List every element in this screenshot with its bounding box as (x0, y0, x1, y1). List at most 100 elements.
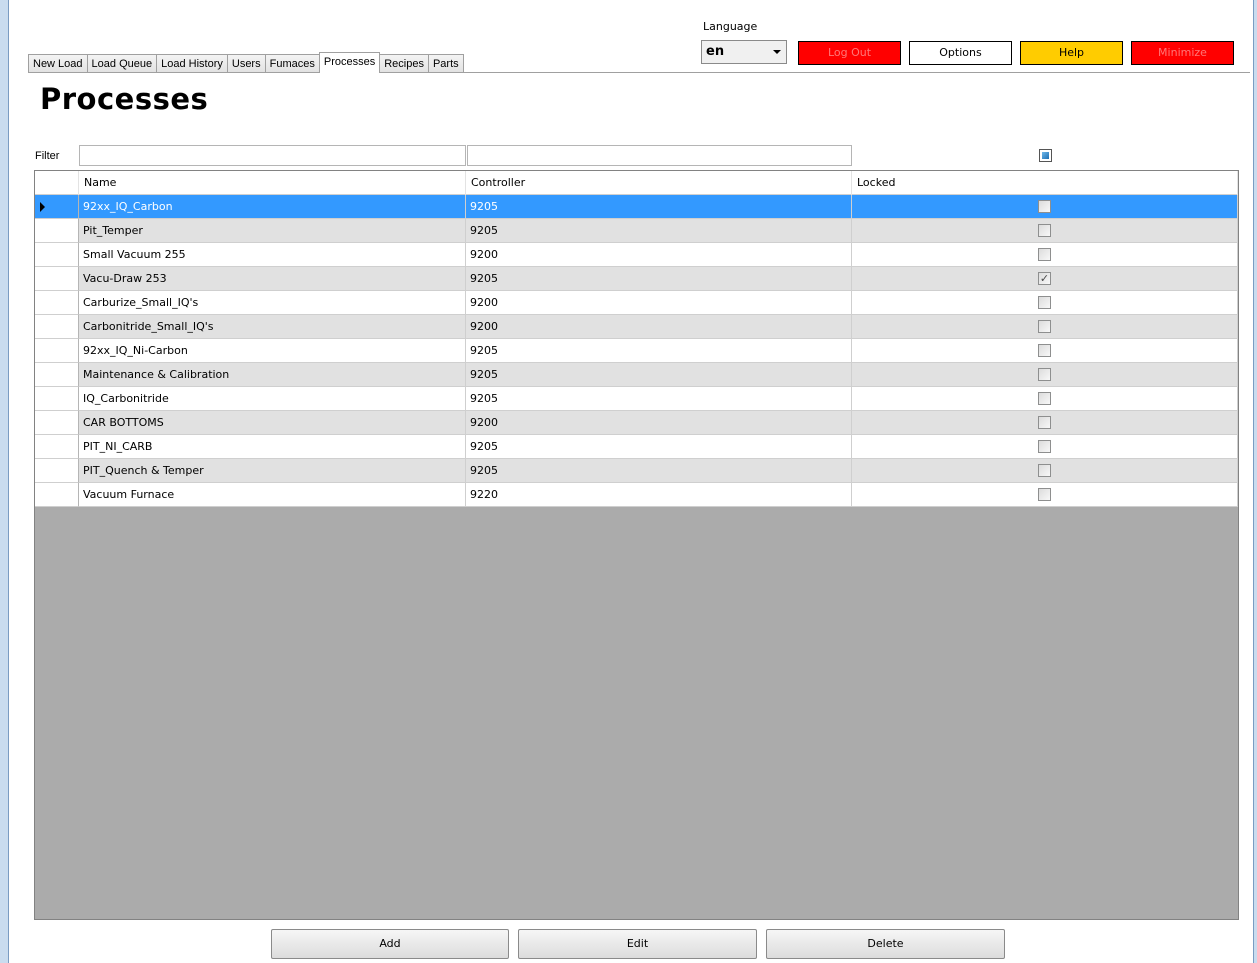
locked-checkbox[interactable] (1038, 416, 1051, 429)
language-select[interactable]: en (701, 40, 787, 64)
row-selector[interactable] (35, 363, 79, 387)
table-row[interactable]: Pit_Temper 9205 (35, 219, 1238, 243)
cell-controller[interactable]: 9205 (466, 435, 852, 459)
cell-name[interactable]: Small Vacuum 255 (79, 243, 466, 267)
page-title: Processes (40, 82, 209, 116)
cell-controller[interactable]: 9200 (466, 291, 852, 315)
locked-checkbox[interactable] (1038, 320, 1051, 333)
filter-name-input[interactable] (79, 145, 466, 166)
minimize-button[interactable]: Minimize (1131, 41, 1234, 65)
add-button[interactable]: Add (271, 929, 509, 959)
cell-controller[interactable]: 9205 (466, 195, 852, 219)
table-row[interactable]: Carburize_Small_IQ's 9200 (35, 291, 1238, 315)
filter-locked-checkbox[interactable] (1039, 149, 1052, 162)
window-frame-right (1253, 0, 1257, 963)
row-selector[interactable] (35, 195, 79, 219)
cell-name[interactable]: Vacu-Draw 253 (79, 267, 466, 291)
locked-checkbox[interactable]: ✓ (1038, 272, 1051, 285)
table-row[interactable]: IQ_Carbonitride 9205 (35, 387, 1238, 411)
locked-checkbox[interactable] (1038, 368, 1051, 381)
table-row[interactable]: Vacuum Furnace 9220 (35, 483, 1238, 507)
cell-locked (852, 483, 1238, 507)
row-selector[interactable] (35, 483, 79, 507)
cell-name[interactable]: 92xx_IQ_Carbon (79, 195, 466, 219)
cell-controller[interactable]: 9200 (466, 411, 852, 435)
cell-controller[interactable]: 9205 (466, 219, 852, 243)
delete-button[interactable]: Delete (766, 929, 1005, 959)
tab-processes[interactable]: Processes (318, 52, 381, 73)
cell-name[interactable]: IQ_Carbonitride (79, 387, 466, 411)
table-row[interactable]: Small Vacuum 255 9200 (35, 243, 1238, 267)
table-row[interactable]: PIT_Quench & Temper 9205 (35, 459, 1238, 483)
tab-fumaces[interactable]: Fumaces (264, 54, 320, 73)
tab-load-queue[interactable]: Load Queue (86, 54, 158, 73)
locked-checkbox[interactable] (1038, 248, 1051, 261)
cell-locked: ✓ (852, 267, 1238, 291)
cell-controller[interactable]: 9220 (466, 483, 852, 507)
filter-controller-input[interactable] (467, 145, 852, 166)
table-row[interactable]: 92xx_IQ_Ni-Carbon 9205 (35, 339, 1238, 363)
column-header-name[interactable]: Name (79, 171, 466, 195)
cell-name[interactable]: 92xx_IQ_Ni-Carbon (79, 339, 466, 363)
cell-controller[interactable]: 9205 (466, 459, 852, 483)
cell-name[interactable]: PIT_Quench & Temper (79, 459, 466, 483)
processes-grid[interactable]: Name Controller Locked 92xx_IQ_Carbon 920… (34, 170, 1239, 920)
cell-controller[interactable]: 9200 (466, 315, 852, 339)
cell-name[interactable]: PIT_NI_CARB (79, 435, 466, 459)
cell-name[interactable]: CAR BOTTOMS (79, 411, 466, 435)
tab-recipes[interactable]: Recipes (379, 54, 429, 73)
cell-controller[interactable]: 9205 (466, 363, 852, 387)
row-selector[interactable] (35, 435, 79, 459)
tab-new-load[interactable]: New Load (28, 54, 88, 73)
locked-checkbox[interactable] (1038, 488, 1051, 501)
row-selector[interactable] (35, 291, 79, 315)
cell-controller[interactable]: 9205 (466, 339, 852, 363)
table-row[interactable]: Maintenance & Calibration 9205 (35, 363, 1238, 387)
cell-controller[interactable]: 9205 (466, 387, 852, 411)
table-row[interactable]: 92xx_IQ_Carbon 9205 (35, 195, 1238, 219)
table-row[interactable]: CAR BOTTOMS 9200 (35, 411, 1238, 435)
edit-button[interactable]: Edit (518, 929, 757, 959)
cell-locked (852, 435, 1238, 459)
cell-name[interactable]: Pit_Temper (79, 219, 466, 243)
locked-checkbox[interactable] (1038, 392, 1051, 405)
cell-name[interactable]: Carburize_Small_IQ's (79, 291, 466, 315)
row-selector[interactable] (35, 411, 79, 435)
row-selector[interactable] (35, 459, 79, 483)
row-header-corner (35, 171, 79, 195)
locked-checkbox[interactable] (1038, 200, 1051, 213)
locked-checkbox[interactable] (1038, 440, 1051, 453)
locked-checkbox[interactable] (1038, 344, 1051, 357)
cell-locked (852, 339, 1238, 363)
cell-locked (852, 195, 1238, 219)
tab-users[interactable]: Users (226, 54, 266, 73)
cell-name[interactable]: Vacuum Furnace (79, 483, 466, 507)
options-button[interactable]: Options (909, 41, 1012, 65)
cell-name[interactable]: Carbonitride_Small_IQ's (79, 315, 466, 339)
locked-checkbox[interactable] (1038, 464, 1051, 477)
tab-load-history[interactable]: Load History (156, 54, 228, 73)
row-selector[interactable] (35, 387, 79, 411)
cell-locked (852, 363, 1238, 387)
cell-locked (852, 411, 1238, 435)
row-selector[interactable] (35, 315, 79, 339)
row-selector[interactable] (35, 267, 79, 291)
cell-controller[interactable]: 9205 (466, 267, 852, 291)
table-row[interactable]: PIT_NI_CARB 9205 (35, 435, 1238, 459)
cell-locked (852, 243, 1238, 267)
row-selector[interactable] (35, 339, 79, 363)
cell-name[interactable]: Maintenance & Calibration (79, 363, 466, 387)
table-row[interactable]: Carbonitride_Small_IQ's 9200 (35, 315, 1238, 339)
row-selector[interactable] (35, 243, 79, 267)
table-row[interactable]: Vacu-Draw 253 9205 ✓ (35, 267, 1238, 291)
locked-checkbox[interactable] (1038, 296, 1051, 309)
tab-parts[interactable]: Parts (427, 54, 464, 73)
row-selector[interactable] (35, 219, 79, 243)
locked-checkbox[interactable] (1038, 224, 1051, 237)
help-button[interactable]: Help (1020, 41, 1123, 65)
window-frame-left (0, 0, 9, 963)
column-header-locked[interactable]: Locked (852, 171, 1238, 195)
logout-button[interactable]: Log Out (798, 41, 901, 65)
cell-controller[interactable]: 9200 (466, 243, 852, 267)
column-header-controller[interactable]: Controller (466, 171, 852, 195)
